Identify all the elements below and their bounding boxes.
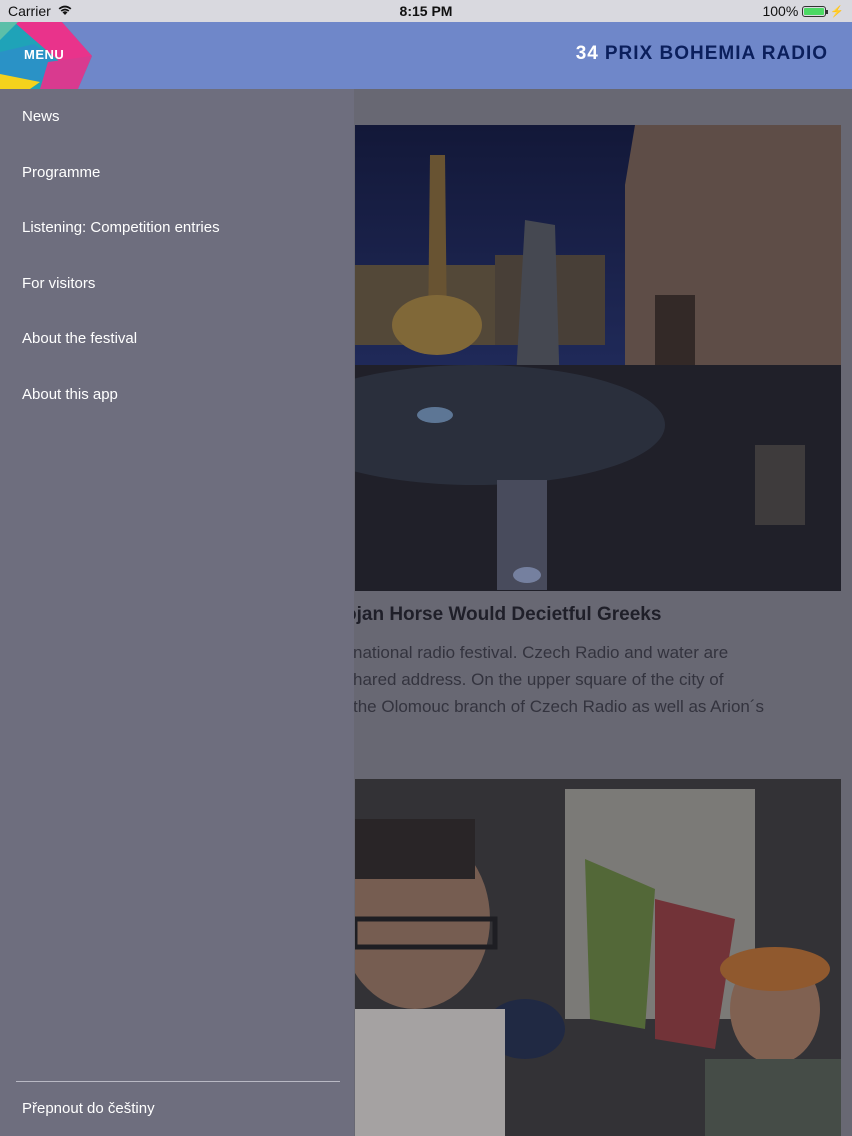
menu-item-programme[interactable]: Programme — [22, 164, 100, 181]
menu-divider — [16, 1081, 340, 1082]
brand-name: PRIX BOHEMIA RADIO — [604, 43, 828, 64]
status-bar: Carrier 8:15 PM 100% ⚡ — [0, 0, 852, 22]
app-header: MENU 34 PRIX BOHEMIA RADIO — [0, 22, 852, 89]
menu-item-about-app[interactable]: About this app — [22, 386, 118, 403]
menu-item-news[interactable]: News — [22, 108, 60, 125]
battery-percent: 100% — [762, 3, 799, 19]
edition-number: 34 — [575, 43, 599, 64]
language-switch[interactable]: Přepnout do češtiny — [22, 1100, 155, 1117]
status-time: 8:15 PM — [399, 3, 453, 19]
charging-icon: ⚡ — [830, 5, 844, 18]
side-menu: News Programme Listening: Competition en… — [0, 89, 354, 1136]
menu-item-about-festival[interactable]: About the festival — [22, 330, 137, 347]
carrier-label: Carrier — [8, 3, 51, 19]
app-title: 34 PRIX BOHEMIA RADIO — [576, 43, 828, 65]
wifi-icon — [57, 3, 73, 19]
menu-button[interactable]: MENU — [24, 47, 64, 62]
menu-item-listening[interactable]: Listening: Competition entries — [22, 219, 220, 236]
battery-icon — [802, 5, 829, 17]
menu-item-for-visitors[interactable]: For visitors — [22, 275, 95, 292]
